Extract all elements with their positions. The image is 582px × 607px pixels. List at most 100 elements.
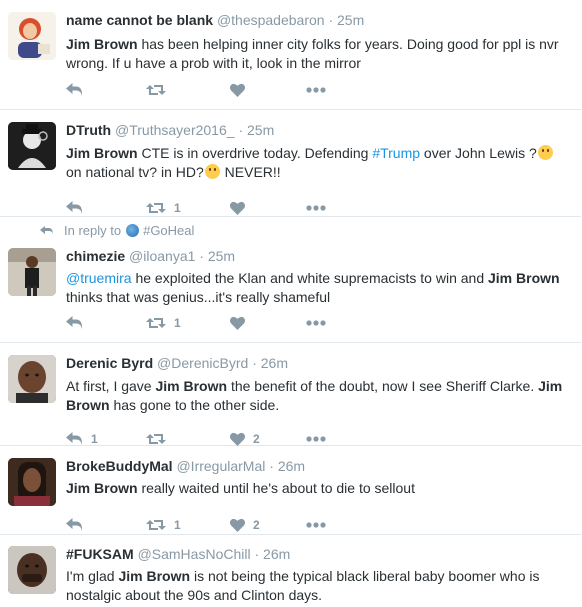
retweet-button[interactable]: 1	[146, 313, 181, 333]
like-button[interactable]	[230, 80, 253, 100]
reply-icon	[40, 225, 53, 235]
user-handle[interactable]: @iloanya1	[129, 248, 195, 264]
hashtag-link[interactable]: #Trump	[372, 145, 420, 161]
avatar[interactable]	[8, 122, 56, 170]
more-icon	[306, 320, 326, 326]
reply-target-link[interactable]: #GoHeal	[143, 223, 194, 238]
tweet[interactable]: #FUKSAM @SamHasNoChill · 26m I'm glad Ji…	[0, 535, 581, 607]
tweet-text: @truemira he exploited the Klan and whit…	[66, 270, 560, 305]
keyword-bold: Jim Brown	[66, 36, 138, 52]
retweet-icon	[146, 316, 166, 330]
globe-icon	[126, 224, 140, 237]
timestamp[interactable]: 26m	[278, 458, 305, 474]
timestamp[interactable]: 26m	[263, 546, 290, 562]
like-count: 2	[253, 432, 260, 446]
retweet-count: 1	[174, 201, 181, 215]
display-name[interactable]: Derenic Byrd	[66, 355, 153, 371]
tweet-header: name cannot be blank @thespadebaron · 25…	[66, 11, 573, 29]
more-icon	[306, 87, 326, 93]
separator-dot: ·	[328, 12, 334, 28]
user-handle[interactable]: @Truthsayer2016_	[115, 122, 235, 138]
tweet-header: BrokeBuddyMal @IrregularMal · 26m	[66, 457, 573, 475]
tweet-text: Jim Brown really waited until he's about…	[66, 480, 415, 496]
retweet-button[interactable]: 1	[146, 515, 181, 535]
user-handle[interactable]: @thespadebaron	[217, 12, 325, 28]
more-icon	[306, 522, 326, 528]
display-name[interactable]: #FUKSAM	[66, 546, 134, 562]
tweet-actions: 12	[66, 515, 336, 535]
display-name[interactable]: chimezie	[66, 248, 125, 264]
separator-dot: ·	[199, 248, 204, 264]
reply-icon	[66, 201, 83, 215]
separator-dot: ·	[252, 355, 257, 371]
retweet-icon	[146, 518, 166, 532]
tweet-text: Jim Brown has been helping inner city fo…	[66, 36, 559, 71]
tweet[interactable]: DTruth @Truthsayer2016_ · 25m Jim Brown …	[0, 110, 581, 217]
timestamp[interactable]: 25m	[337, 12, 364, 28]
separator-dot: ·	[254, 546, 260, 562]
avatar[interactable]	[8, 458, 56, 506]
tweet-text: At first, I gave Jim Brown the benefit o…	[66, 378, 563, 413]
reply-button[interactable]	[66, 198, 91, 218]
tweet-actions: 1	[66, 313, 336, 333]
retweet-icon	[146, 201, 166, 215]
like-button[interactable]	[230, 198, 253, 218]
retweet-count: 1	[174, 518, 181, 532]
thinking-face-emoji	[204, 164, 220, 179]
heart-icon	[230, 83, 245, 97]
more-icon	[306, 205, 326, 211]
reply-button[interactable]	[66, 515, 91, 535]
reply-button[interactable]	[66, 313, 91, 333]
tweet-actions: 1	[66, 198, 336, 218]
tweet-text: I'm glad Jim Brown is not being the typi…	[66, 568, 540, 603]
separator-dot: ·	[269, 458, 274, 474]
more-button[interactable]	[306, 313, 326, 333]
tweet-header: chimezie @iloanya1 · 25m	[66, 247, 573, 265]
tweet-text: Jim Brown CTE is in overdrive today. Def…	[66, 144, 573, 182]
timestamp[interactable]: 26m	[261, 355, 288, 371]
reply-icon	[66, 518, 83, 532]
tweet-header: #FUKSAM @SamHasNoChill · 26m	[66, 545, 573, 563]
reply-prefix: In reply to	[64, 223, 122, 238]
reply-icon	[66, 432, 83, 446]
retweet-button[interactable]	[146, 80, 174, 100]
reply-button[interactable]	[66, 80, 91, 100]
user-handle[interactable]: @DerenicByrd	[157, 355, 248, 371]
tweet-actions	[66, 80, 336, 100]
tweet[interactable]: Derenic Byrd @DerenicByrd · 26m At first…	[0, 343, 581, 446]
user-handle[interactable]: @IrregularMal	[176, 458, 265, 474]
heart-icon	[230, 432, 245, 446]
separator-dot: ·	[238, 122, 244, 138]
reply-icon	[66, 316, 83, 330]
heart-icon	[230, 201, 245, 215]
avatar[interactable]	[8, 248, 56, 296]
tweet-header: DTruth @Truthsayer2016_ · 25m	[66, 121, 573, 139]
display-name[interactable]: name cannot be blank	[66, 12, 213, 28]
retweet-button[interactable]: 1	[146, 198, 181, 218]
more-button[interactable]	[306, 80, 326, 100]
reply-icon	[66, 83, 83, 97]
retweet-icon	[146, 83, 166, 97]
avatar[interactable]	[8, 12, 56, 60]
like-button[interactable]: 2	[230, 515, 260, 535]
display-name[interactable]: DTruth	[66, 122, 111, 138]
more-icon	[306, 436, 326, 442]
tweet[interactable]: BrokeBuddyMal @IrregularMal · 26m Jim Br…	[0, 446, 581, 535]
reply-count: 1	[91, 432, 98, 446]
like-button[interactable]	[230, 313, 253, 333]
timestamp[interactable]: 25m	[208, 248, 235, 264]
more-button[interactable]	[306, 515, 326, 535]
timestamp[interactable]: 25m	[247, 122, 274, 138]
avatar[interactable]	[8, 355, 56, 403]
reply-context: In reply to #GoHeal	[40, 223, 194, 238]
avatar[interactable]	[8, 546, 56, 594]
heart-icon	[230, 316, 245, 330]
display-name[interactable]: BrokeBuddyMal	[66, 458, 173, 474]
heart-icon	[230, 518, 245, 532]
mention-link[interactable]: @truemira	[66, 270, 132, 286]
more-button[interactable]	[306, 198, 326, 218]
user-handle[interactable]: @SamHasNoChill	[138, 546, 251, 562]
tweet-feed: name cannot be blank @thespadebaron · 25…	[0, 0, 582, 607]
tweet[interactable]: In reply to #GoHeal chimezie @iloanya1 ·…	[0, 217, 581, 343]
tweet[interactable]: name cannot be blank @thespadebaron · 25…	[0, 0, 581, 110]
